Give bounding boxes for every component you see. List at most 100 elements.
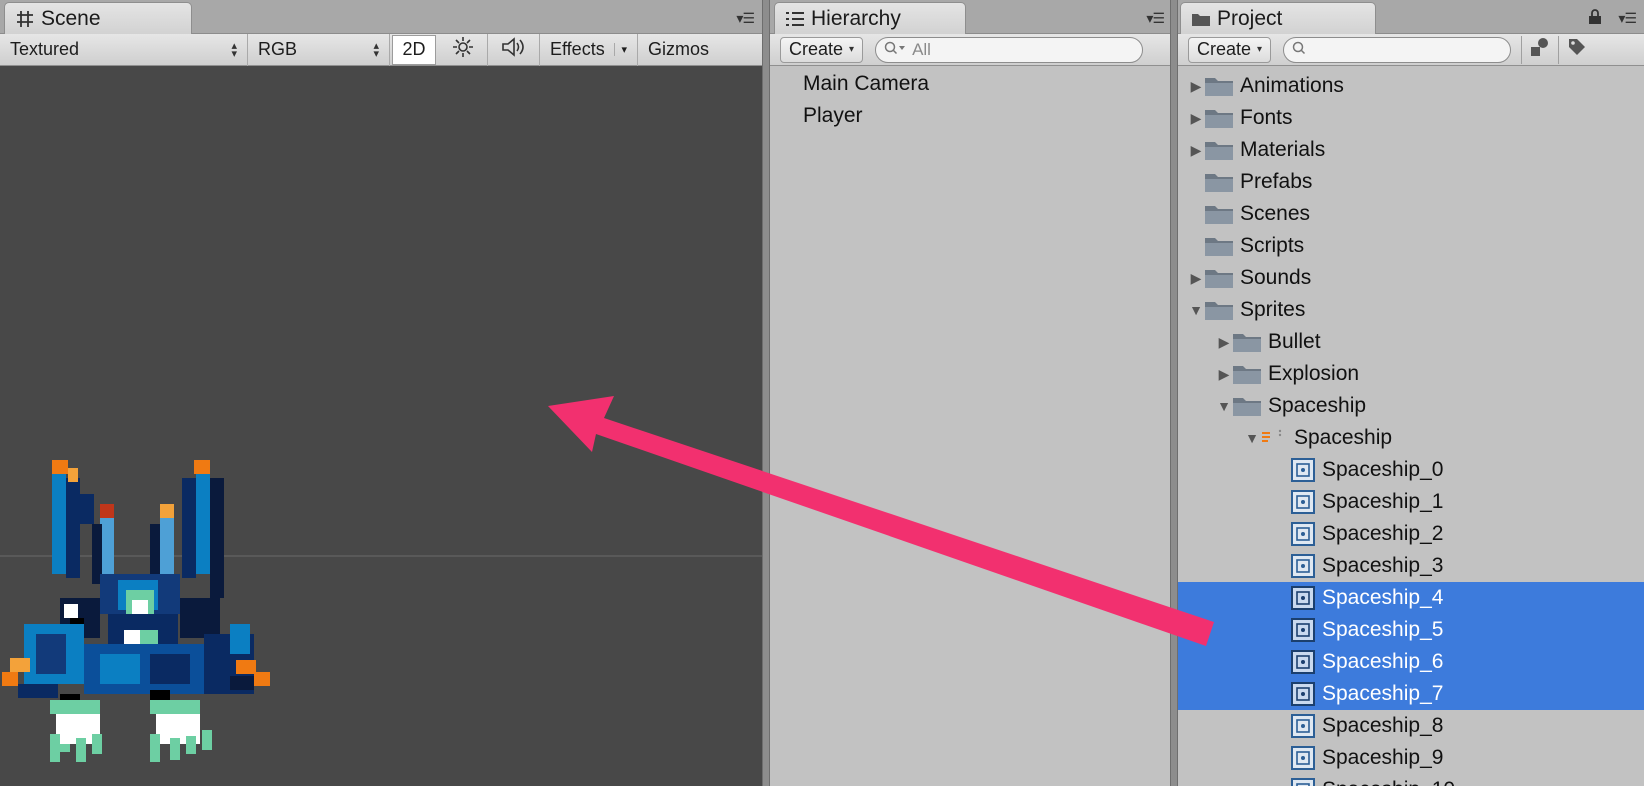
- tree-row-sprite[interactable]: Spaceship_2: [1178, 518, 1644, 550]
- audio-toggle[interactable]: [488, 33, 540, 66]
- project-panel: Project ▾☰ Create ▾ ▶ Animations ▶ Fonts…: [1178, 0, 1644, 786]
- tree-row-folder[interactable]: Scripts: [1178, 230, 1644, 262]
- mode-2d-toggle[interactable]: 2D: [392, 34, 436, 65]
- scene-viewport[interactable]: [0, 66, 762, 786]
- tree-row-label: Spaceship_7: [1322, 682, 1444, 705]
- unity-editor: Scene ▾☰ Textured ▴ ▾ RGB ▴ ▾ 2D Effects…: [0, 0, 1644, 786]
- expand-arrow-icon[interactable]: ▶: [1188, 142, 1204, 159]
- grid-icon: [15, 9, 35, 29]
- project-create-button[interactable]: Create ▾: [1188, 36, 1272, 63]
- hierarchy-create-button[interactable]: Create ▾: [780, 36, 864, 63]
- tree-row-label: Scenes: [1240, 202, 1311, 225]
- tab-project-label: Project: [1217, 6, 1283, 30]
- tree-row-sprite-selected[interactable]: Spaceship_6: [1178, 646, 1644, 678]
- tree-row-label: Spaceship_5: [1322, 618, 1444, 641]
- tree-row-folder[interactable]: Prefabs: [1178, 166, 1644, 198]
- tree-row-label: Spaceship_1: [1322, 490, 1444, 513]
- effects-dropdown[interactable]: Effects ▾: [540, 33, 638, 66]
- folder-icon: [1204, 235, 1234, 257]
- expand-arrow-icon[interactable]: ▶: [1216, 366, 1232, 383]
- expand-arrow-icon[interactable]: ▶: [1188, 78, 1204, 95]
- tab-hierarchy[interactable]: Hierarchy: [774, 2, 966, 34]
- expand-arrow-icon[interactable]: ▶: [1188, 270, 1204, 287]
- tree-row-folder[interactable]: ▼ Sprites: [1178, 294, 1644, 326]
- tree-row-sprite[interactable]: Spaceship_3: [1178, 550, 1644, 582]
- tree-row-folder[interactable]: ▶ Sounds: [1178, 262, 1644, 294]
- list-icon: [785, 9, 805, 29]
- tree-row-sprite[interactable]: Spaceship_9: [1178, 742, 1644, 774]
- hierarchy-item[interactable]: Player: [770, 100, 1172, 132]
- tree-row-folder[interactable]: ▶ Bullet: [1178, 326, 1644, 358]
- tree-row-sprite-selected[interactable]: Spaceship_4: [1178, 582, 1644, 614]
- panel-menu-icon[interactable]: ▾☰: [1146, 10, 1165, 27]
- tree-row-spritesheet[interactable]: ▼ Spaceship: [1178, 422, 1644, 454]
- panel-menu-icon[interactable]: ▾☰: [1618, 10, 1637, 27]
- tree-row-sprite-selected[interactable]: Spaceship_5: [1178, 614, 1644, 646]
- tree-row-sprite[interactable]: Spaceship_0: [1178, 454, 1644, 486]
- create-label: Create: [1197, 39, 1252, 59]
- tree-row-label: Sounds: [1240, 266, 1312, 289]
- tab-hierarchy-label: Hierarchy: [811, 6, 901, 30]
- scene-tabstrip: Scene ▾☰: [0, 0, 762, 34]
- tree-row-sprite[interactable]: Spaceship_10: [1178, 774, 1644, 786]
- tree-row-label: Spaceship_4: [1322, 586, 1444, 609]
- tree-row-folder[interactable]: ▶ Materials: [1178, 134, 1644, 166]
- sprite-icon: [1290, 681, 1316, 707]
- tab-project[interactable]: Project: [1180, 2, 1376, 34]
- tree-row-label: Fonts: [1240, 106, 1293, 129]
- panel-divider[interactable]: [762, 0, 770, 786]
- tree-row-folder[interactable]: ▶ Fonts: [1178, 102, 1644, 134]
- tree-row-label: Spaceship_0: [1322, 458, 1444, 481]
- panel-divider[interactable]: [1170, 0, 1178, 786]
- tree-row-sprite[interactable]: Spaceship_8: [1178, 710, 1644, 742]
- filter-by-label-button[interactable]: [1559, 37, 1595, 62]
- expand-arrow-icon[interactable]: ▶: [1188, 110, 1204, 127]
- shapes-icon: [1529, 37, 1551, 62]
- folder-icon: [1232, 331, 1262, 353]
- tree-row-sprite[interactable]: Spaceship_1: [1178, 486, 1644, 518]
- tab-scene[interactable]: Scene: [4, 2, 192, 34]
- hierarchy-tabstrip: Hierarchy ▾☰: [770, 0, 1172, 34]
- search-icon: [1292, 40, 1308, 60]
- folder-icon: [1204, 267, 1234, 289]
- tree-row-label: Spaceship_6: [1322, 650, 1444, 673]
- filter-by-type-button[interactable]: [1522, 37, 1558, 62]
- tree-row-label: Spaceship_9: [1322, 746, 1444, 769]
- collapse-arrow-icon[interactable]: ▼: [1216, 398, 1232, 414]
- tree-row-label: Explosion: [1268, 362, 1360, 385]
- gizmos-dropdown[interactable]: Gizmos: [638, 34, 734, 66]
- spaceship-sprite[interactable]: [0, 394, 290, 764]
- project-search-input[interactable]: [1283, 36, 1512, 63]
- tree-row-sprite-selected[interactable]: Spaceship_7: [1178, 678, 1644, 710]
- render-mode-select[interactable]: Textured ▴ ▾: [0, 33, 248, 66]
- tree-row-folder[interactable]: Scenes: [1178, 198, 1644, 230]
- lighting-toggle[interactable]: [438, 33, 488, 66]
- collapse-arrow-icon[interactable]: ▼: [1188, 302, 1204, 318]
- collapse-arrow-icon[interactable]: ▼: [1244, 430, 1260, 446]
- hierarchy-panel: Hierarchy ▾☰ Create ▾ All Main Camera Pl…: [770, 0, 1172, 786]
- hierarchy-search-input[interactable]: All: [875, 36, 1144, 63]
- sprite-icon: [1290, 777, 1316, 786]
- tree-row-label: Animations: [1240, 74, 1344, 97]
- project-tree: ▶ Animations ▶ Fonts ▶ Materials Prefabs: [1178, 70, 1644, 786]
- tree-row-label: Spaceship: [1294, 426, 1393, 449]
- tree-row-folder[interactable]: ▶ Explosion: [1178, 358, 1644, 390]
- spritesheet-icon: [1260, 427, 1288, 449]
- hierarchy-item[interactable]: Main Camera: [770, 68, 1172, 100]
- sprite-icon: [1290, 553, 1316, 579]
- sprite-icon: [1290, 489, 1316, 515]
- panel-menu-icon[interactable]: ▾☰: [736, 10, 755, 27]
- sprite-icon: [1290, 713, 1316, 739]
- tree-row-folder[interactable]: ▶ Animations: [1178, 70, 1644, 102]
- tree-row-folder[interactable]: ▼ Spaceship: [1178, 390, 1644, 422]
- color-mode-select[interactable]: RGB ▴ ▾: [248, 33, 390, 66]
- folder-icon: [1191, 9, 1211, 29]
- tree-row-label: Scripts: [1240, 234, 1305, 257]
- mode-2d-label: 2D: [402, 39, 426, 59]
- chevron-down-icon: ▾: [849, 44, 855, 55]
- tree-row-label: Spaceship_8: [1322, 714, 1444, 737]
- hierarchy-list: Main Camera Player: [770, 68, 1172, 132]
- expand-arrow-icon[interactable]: ▶: [1216, 334, 1232, 351]
- gizmos-label: Gizmos: [648, 39, 710, 59]
- lock-icon[interactable]: [1588, 9, 1602, 30]
